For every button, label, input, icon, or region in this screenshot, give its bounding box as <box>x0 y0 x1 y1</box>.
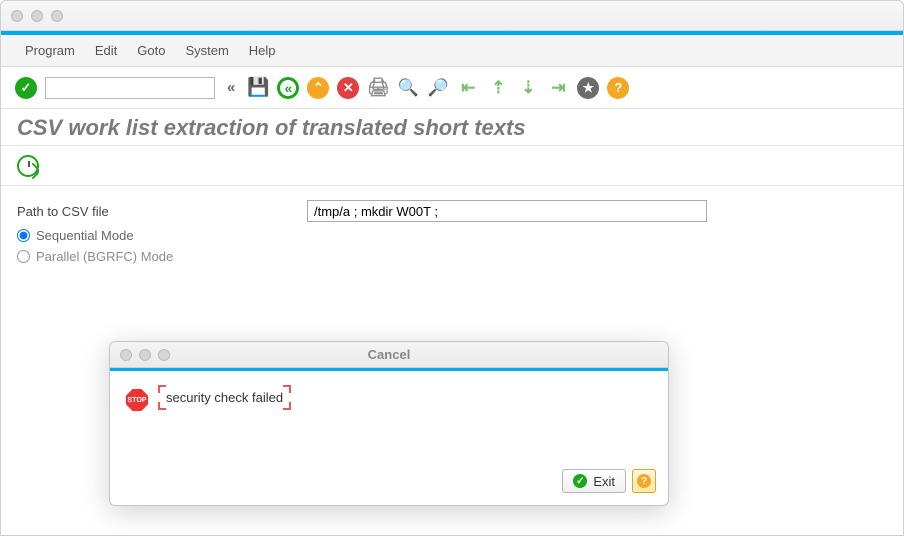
main-window: Program Edit Goto System Help ✓ « 💾 « ⌃ … <box>0 0 904 536</box>
last-page-icon[interactable]: ⇥ <box>547 77 569 99</box>
menu-program[interactable]: Program <box>25 43 75 58</box>
check-icon: ✓ <box>573 474 587 488</box>
path-input[interactable] <box>307 200 707 222</box>
stop-icon: STOP <box>126 389 148 411</box>
cancel-dialog: Cancel STOP security check failed ✓ Exit… <box>109 341 669 506</box>
error-message-box: security check failed <box>160 387 289 408</box>
dialog-min-dot[interactable] <box>139 349 151 361</box>
sub-toolbar <box>1 146 903 186</box>
execute-icon[interactable] <box>17 155 39 177</box>
next-page-icon[interactable]: ⇣ <box>517 77 539 99</box>
toolbar: ✓ « 💾 « ⌃ ✕ 🖨 🔍 🔎 ⇤ ⇡ ⇣ ⇥ ★ ? <box>1 67 903 109</box>
prev-page-icon[interactable]: ⇡ <box>487 77 509 99</box>
dialog-help-button[interactable]: ? <box>632 469 656 493</box>
menu-goto[interactable]: Goto <box>137 43 165 58</box>
menu-system[interactable]: System <box>185 43 228 58</box>
back-icon[interactable]: « <box>277 77 299 99</box>
find-icon[interactable]: 🔍 <box>397 77 419 99</box>
new-session-icon[interactable]: ★ <box>577 77 599 99</box>
dialog-title: Cancel <box>368 347 411 362</box>
question-icon: ? <box>637 474 651 488</box>
window-titlebar <box>1 1 903 31</box>
first-page-icon[interactable]: ⇤ <box>457 77 479 99</box>
ok-icon[interactable]: ✓ <box>15 77 37 99</box>
error-message: security check failed <box>166 390 283 405</box>
save-icon[interactable]: 💾 <box>247 77 269 99</box>
help-icon[interactable]: ? <box>607 77 629 99</box>
path-label: Path to CSV file <box>17 204 297 219</box>
exit-label: Exit <box>593 474 615 489</box>
close-dot[interactable] <box>11 10 23 22</box>
menubar: Program Edit Goto System Help <box>1 35 903 67</box>
collapse-icon[interactable]: « <box>227 79 235 96</box>
page-title: CSV work list extraction of translated s… <box>1 109 903 146</box>
dialog-titlebar: Cancel <box>110 342 668 368</box>
form-area: Path to CSV file Sequential Mode Paralle… <box>1 186 903 278</box>
command-field[interactable] <box>45 77 215 99</box>
parallel-radio[interactable] <box>17 250 30 263</box>
find-next-icon[interactable]: 🔎 <box>427 77 449 99</box>
dialog-zoom-dot[interactable] <box>158 349 170 361</box>
parallel-label: Parallel (BGRFC) Mode <box>36 249 173 264</box>
menu-help[interactable]: Help <box>249 43 276 58</box>
sequential-label: Sequential Mode <box>36 228 134 243</box>
dialog-close-dot[interactable] <box>120 349 132 361</box>
zoom-dot[interactable] <box>51 10 63 22</box>
print-icon[interactable]: 🖨 <box>367 77 389 99</box>
exit-button[interactable]: ✓ Exit <box>562 469 626 493</box>
menu-edit[interactable]: Edit <box>95 43 117 58</box>
minimize-dot[interactable] <box>31 10 43 22</box>
cancel-icon[interactable]: ✕ <box>337 77 359 99</box>
sequential-radio[interactable] <box>17 229 30 242</box>
up-icon[interactable]: ⌃ <box>307 77 329 99</box>
